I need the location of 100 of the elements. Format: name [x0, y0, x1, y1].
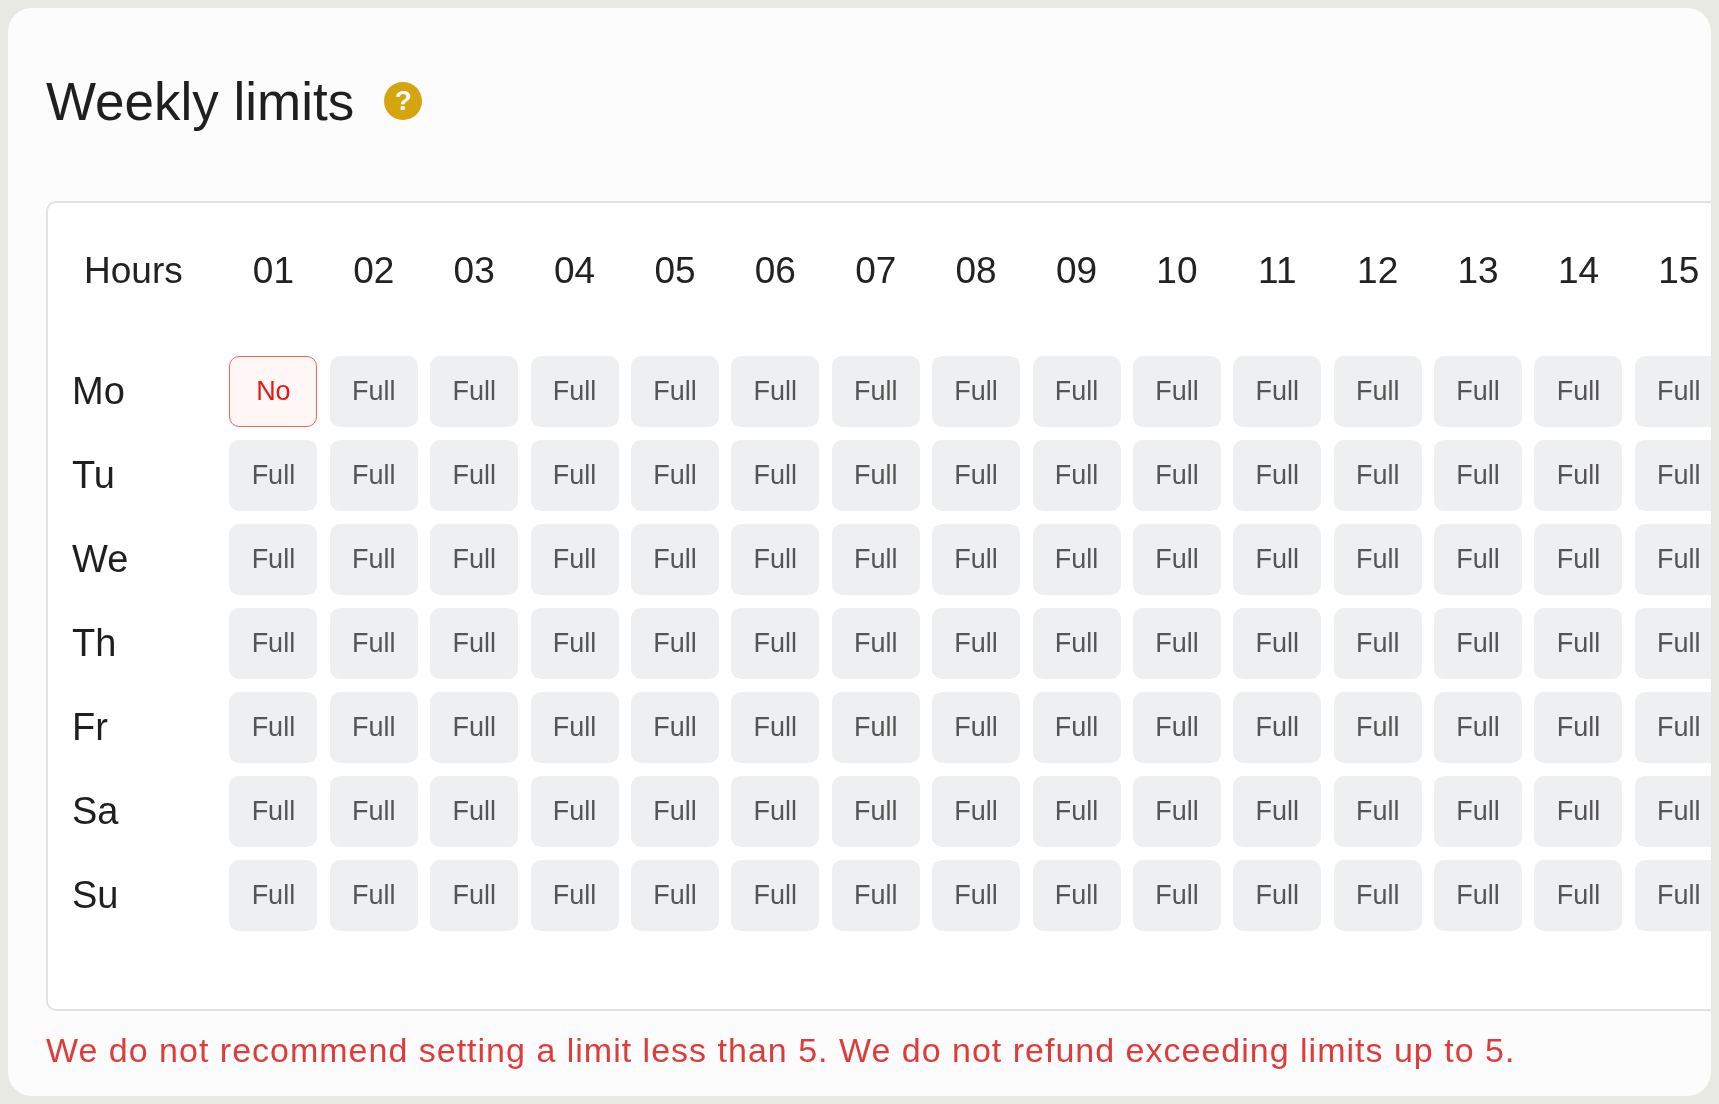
limit-toggle[interactable]: Full — [530, 356, 619, 427]
limit-toggle[interactable]: Full — [831, 860, 920, 931]
limit-toggle[interactable]: Full — [731, 776, 820, 847]
limit-toggle[interactable]: Full — [329, 356, 418, 427]
limit-toggle[interactable]: Full — [831, 524, 920, 595]
limit-toggle[interactable]: Full — [430, 692, 519, 763]
limit-toggle[interactable]: Full — [530, 524, 619, 595]
limit-toggle[interactable]: Full — [630, 776, 719, 847]
limit-toggle[interactable]: Full — [731, 440, 820, 511]
limit-toggle[interactable]: Full — [329, 692, 418, 763]
limit-toggle[interactable]: Full — [430, 356, 519, 427]
limit-toggle[interactable]: Full — [1032, 860, 1121, 931]
limit-toggle[interactable]: Full — [1534, 776, 1623, 847]
limit-toggle[interactable]: Full — [229, 524, 318, 595]
limit-toggle[interactable]: Full — [1132, 692, 1221, 763]
limit-toggle[interactable]: Full — [831, 440, 920, 511]
limit-toggle[interactable]: Full — [1233, 776, 1322, 847]
limit-toggle[interactable]: Full — [1233, 860, 1322, 931]
limit-toggle[interactable]: Full — [1032, 524, 1121, 595]
limit-toggle[interactable]: Full — [932, 776, 1021, 847]
limit-toggle[interactable]: Full — [1333, 608, 1422, 679]
limit-toggle[interactable]: Full — [1032, 776, 1121, 847]
limit-toggle[interactable]: Full — [731, 524, 820, 595]
limit-toggle[interactable]: Full — [1233, 524, 1322, 595]
limit-toggle[interactable]: Full — [1333, 776, 1422, 847]
limit-toggle[interactable]: Full — [430, 524, 519, 595]
limit-toggle[interactable]: Full — [1233, 692, 1322, 763]
limit-toggle[interactable]: Full — [1333, 692, 1422, 763]
limit-toggle[interactable]: Full — [630, 608, 719, 679]
limit-toggle[interactable]: Full — [1634, 440, 1711, 511]
limit-toggle[interactable]: Full — [530, 860, 619, 931]
limit-toggle[interactable]: Full — [1534, 440, 1623, 511]
limit-toggle[interactable]: Full — [1233, 440, 1322, 511]
limit-toggle[interactable]: Full — [530, 776, 619, 847]
limit-toggle[interactable]: Full — [630, 440, 719, 511]
limit-toggle[interactable]: Full — [731, 860, 820, 931]
limit-toggle[interactable]: Full — [229, 860, 318, 931]
limit-toggle[interactable]: Full — [530, 440, 619, 511]
limit-toggle[interactable]: Full — [229, 608, 318, 679]
limit-toggle[interactable]: Full — [1132, 608, 1221, 679]
limit-toggle[interactable]: Full — [831, 356, 920, 427]
limit-toggle[interactable]: Full — [329, 860, 418, 931]
limit-toggle[interactable]: Full — [1634, 524, 1711, 595]
limit-toggle[interactable]: Full — [932, 356, 1021, 427]
limit-toggle[interactable]: Full — [1233, 608, 1322, 679]
limit-toggle[interactable]: Full — [1132, 440, 1221, 511]
limit-toggle[interactable]: Full — [1132, 776, 1221, 847]
limit-toggle[interactable]: Full — [1032, 440, 1121, 511]
limit-toggle[interactable]: Full — [229, 776, 318, 847]
limit-toggle[interactable]: Full — [329, 776, 418, 847]
limit-toggle[interactable]: Full — [1333, 356, 1422, 427]
limit-toggle[interactable]: Full — [831, 608, 920, 679]
limit-toggle[interactable]: Full — [932, 692, 1021, 763]
limit-toggle[interactable]: Full — [1233, 356, 1322, 427]
limit-toggle[interactable]: Full — [1032, 356, 1121, 427]
limit-toggle[interactable]: Full — [1434, 440, 1523, 511]
limit-toggle[interactable]: Full — [229, 440, 318, 511]
limit-toggle[interactable]: Full — [932, 440, 1021, 511]
limit-toggle[interactable]: Full — [1634, 692, 1711, 763]
limit-toggle[interactable]: Full — [1534, 692, 1623, 763]
limit-toggle[interactable]: Full — [630, 356, 719, 427]
limit-toggle[interactable]: Full — [329, 608, 418, 679]
limit-toggle[interactable]: No — [229, 356, 318, 427]
limit-toggle[interactable]: Full — [1634, 776, 1711, 847]
limit-toggle[interactable]: Full — [1434, 524, 1523, 595]
limit-toggle[interactable]: Full — [1534, 608, 1623, 679]
limit-toggle[interactable]: Full — [430, 440, 519, 511]
limit-toggle[interactable]: Full — [1434, 692, 1523, 763]
limit-toggle[interactable]: Full — [1032, 692, 1121, 763]
limit-toggle[interactable]: Full — [630, 524, 719, 595]
limit-toggle[interactable]: Full — [329, 524, 418, 595]
limit-toggle[interactable]: Full — [1333, 524, 1422, 595]
limit-toggle[interactable]: Full — [932, 524, 1021, 595]
limit-toggle[interactable]: Full — [630, 692, 719, 763]
limit-toggle[interactable]: Full — [731, 692, 820, 763]
limit-toggle[interactable]: Full — [731, 356, 820, 427]
limit-toggle[interactable]: Full — [329, 440, 418, 511]
limit-toggle[interactable]: Full — [1634, 860, 1711, 931]
limit-toggle[interactable]: Full — [1434, 608, 1523, 679]
limit-toggle[interactable]: Full — [1434, 860, 1523, 931]
limit-toggle[interactable]: Full — [831, 776, 920, 847]
limit-toggle[interactable]: Full — [430, 608, 519, 679]
limit-toggle[interactable]: Full — [932, 608, 1021, 679]
limit-toggle[interactable]: Full — [1634, 608, 1711, 679]
limit-toggle[interactable]: Full — [831, 692, 920, 763]
limit-toggle[interactable]: Full — [630, 860, 719, 931]
limit-toggle[interactable]: Full — [530, 692, 619, 763]
limit-toggle[interactable]: Full — [932, 860, 1021, 931]
limit-toggle[interactable]: Full — [1534, 524, 1623, 595]
limit-toggle[interactable]: Full — [731, 608, 820, 679]
limit-toggle[interactable]: Full — [1032, 608, 1121, 679]
limit-toggle[interactable]: Full — [1534, 356, 1623, 427]
limit-toggle[interactable]: Full — [1333, 860, 1422, 931]
limit-toggle[interactable]: Full — [1434, 776, 1523, 847]
limit-toggle[interactable]: Full — [1634, 356, 1711, 427]
limit-toggle[interactable]: Full — [1534, 860, 1623, 931]
limit-toggle[interactable]: Full — [530, 608, 619, 679]
limit-toggle[interactable]: Full — [1132, 860, 1221, 931]
limit-toggle[interactable]: Full — [430, 776, 519, 847]
limit-toggle[interactable]: Full — [1333, 440, 1422, 511]
